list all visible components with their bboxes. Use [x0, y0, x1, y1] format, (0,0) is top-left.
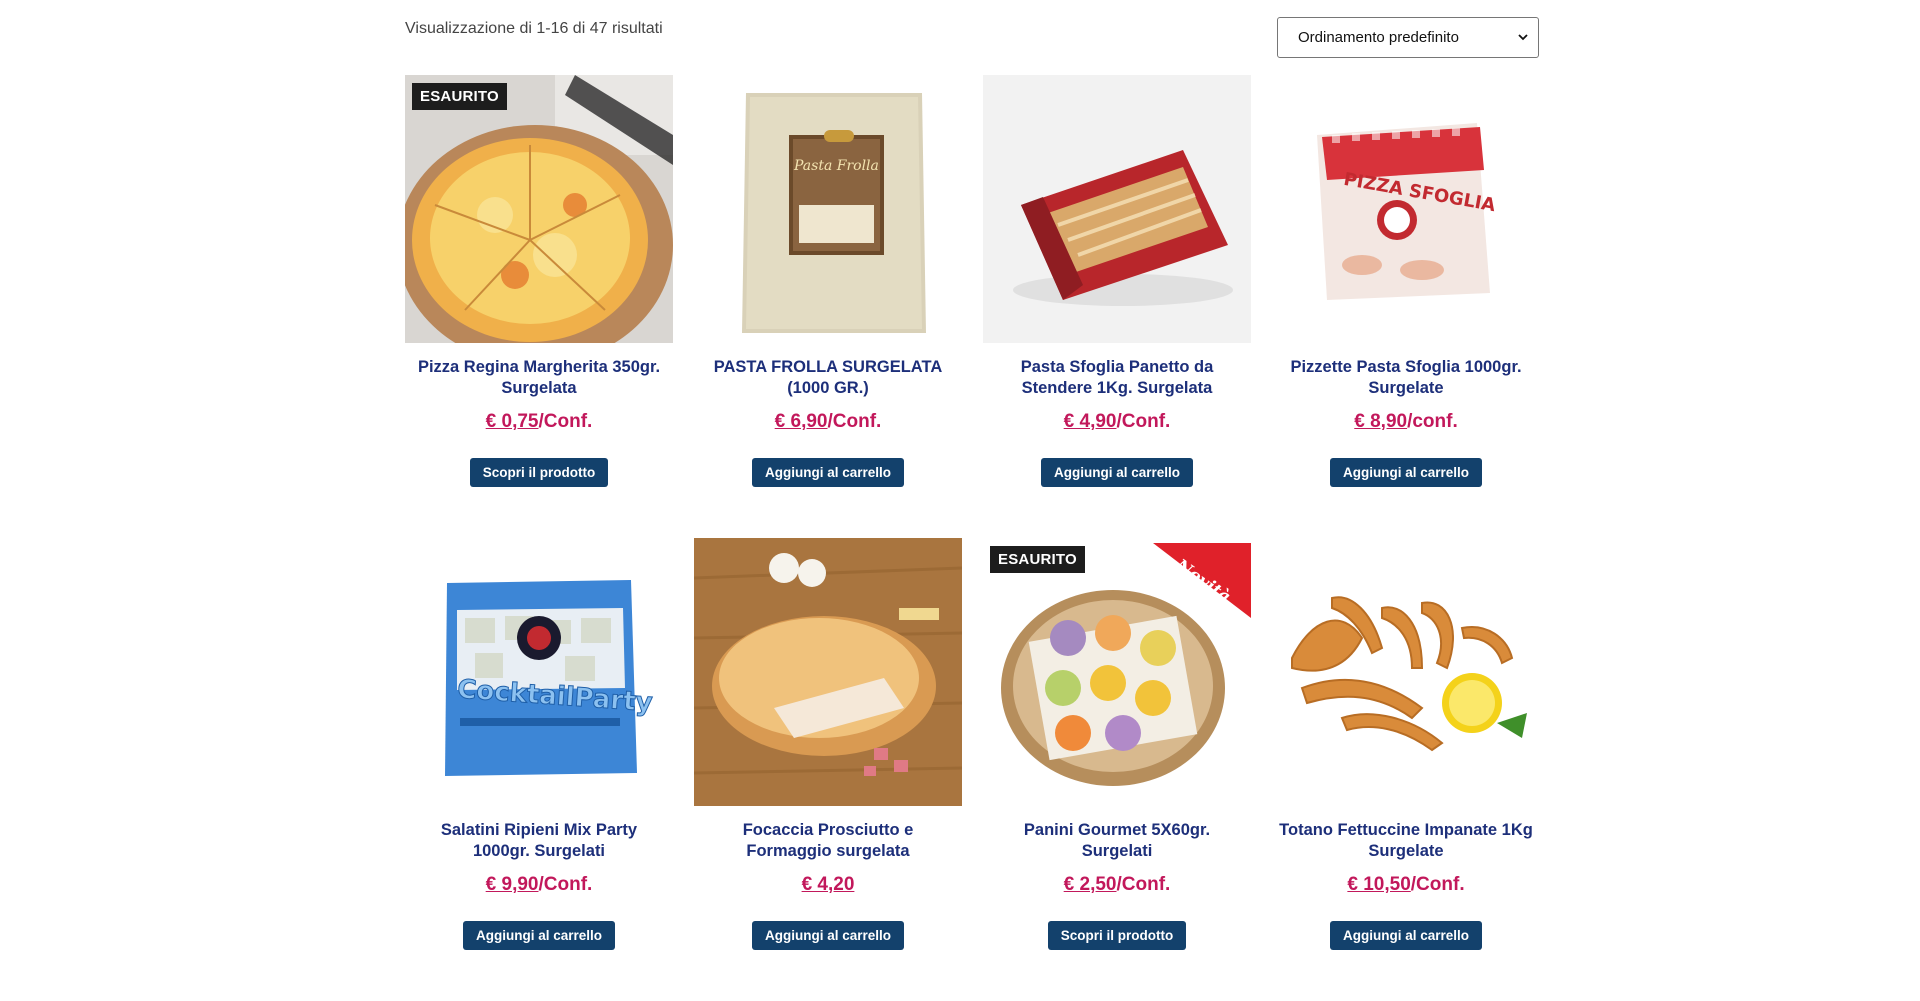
product-title[interactable]: PASTA FROLLA SURGELATA (1000 GR.): [694, 357, 962, 399]
price-amount: € 2,50: [1063, 874, 1117, 895]
product-title[interactable]: Panini Gourmet 5X60gr. Surgelati: [983, 820, 1251, 862]
price-unit: /conf.: [1407, 411, 1458, 432]
product-image-pizza[interactable]: ESAURITO: [405, 75, 673, 343]
product-title[interactable]: Pizza Regina Margherita 350gr. Surgelata: [405, 357, 673, 399]
product-card: Pasta Sfoglia Panetto da Stendere 1Kg. S…: [983, 75, 1251, 538]
svg-text:Pasta Frolla: Pasta Frolla: [793, 158, 879, 174]
price-amount: € 8,90: [1354, 411, 1408, 432]
product-card: Focaccia Prosciutto e Formaggio surgelat…: [694, 538, 962, 1001]
add-to-cart-button[interactable]: Aggiungi al carrello: [462, 921, 616, 950]
product-price: € 2,50/Conf.: [983, 874, 1251, 896]
product-image-focaccia[interactable]: [694, 538, 962, 806]
product-card: ESAURITO Pizza Regina Margherita 350gr. …: [405, 75, 673, 538]
product-price: € 0,75/Conf.: [405, 411, 673, 433]
orderby-selected-value: Ordinamento predefinito: [1298, 29, 1459, 46]
product-price: € 9,90/Conf.: [405, 874, 673, 896]
add-to-cart-button[interactable]: Aggiungi al carrello: [751, 458, 905, 487]
product-image-panini-gourmet[interactable]: Novità ESAURITO: [983, 538, 1251, 806]
price-unit: /Conf.: [538, 411, 593, 432]
price-amount: € 10,50: [1347, 874, 1411, 895]
price-unit: /Conf.: [1116, 874, 1171, 895]
out-of-stock-badge: ESAURITO: [990, 546, 1085, 573]
product-card: CocktailParty Salatini Ripieni Mix Party…: [405, 538, 673, 1001]
product-card: PIZZA SFOGLIA Pizzette Pasta Sfoglia 100…: [1272, 75, 1540, 538]
product-price: € 4,90/Conf.: [983, 411, 1251, 433]
price-unit: /Conf.: [1116, 411, 1171, 432]
add-to-cart-button[interactable]: Aggiungi al carrello: [1040, 458, 1194, 487]
product-price: € 8,90/conf.: [1272, 411, 1540, 433]
product-title[interactable]: Salatini Ripieni Mix Party 1000gr. Surge…: [405, 820, 673, 862]
result-count: Visualizzazione di 1-16 di 47 risultati: [405, 20, 663, 37]
product-card: Pasta Frolla PASTA FROLLA SURGELATA (100…: [694, 75, 962, 538]
product-image-pasta-sfoglia[interactable]: [983, 75, 1251, 343]
price-unit: /Conf.: [827, 411, 882, 432]
add-to-cart-button[interactable]: Aggiungi al carrello: [1329, 458, 1483, 487]
product-price: € 10,50/Conf.: [1272, 874, 1540, 896]
product-image-pasta-frolla[interactable]: Pasta Frolla: [694, 75, 962, 343]
view-product-button[interactable]: Scopri il prodotto: [1047, 921, 1187, 950]
price-unit: /Conf.: [1410, 874, 1465, 895]
add-to-cart-button[interactable]: Aggiungi al carrello: [1329, 921, 1483, 950]
product-image-pizzette[interactable]: PIZZA SFOGLIA: [1272, 75, 1540, 343]
product-price: € 6,90/Conf.: [694, 411, 962, 433]
price-amount: € 6,90: [774, 411, 828, 432]
product-card: Novità ESAURITO Panini Gourmet 5X60gr. S…: [983, 538, 1251, 1001]
product-image-salatini[interactable]: CocktailParty: [405, 538, 673, 806]
product-grid: ESAURITO Pizza Regina Margherita 350gr. …: [405, 75, 1540, 1001]
price-amount: € 0,75: [485, 411, 539, 432]
price-amount: € 4,90: [1063, 411, 1117, 432]
product-title[interactable]: Totano Fettuccine Impanate 1Kg Surgelate: [1272, 820, 1540, 862]
out-of-stock-badge: ESAURITO: [412, 83, 507, 110]
price-amount: € 4,20: [801, 874, 855, 895]
product-title[interactable]: Pasta Sfoglia Panetto da Stendere 1Kg. S…: [983, 357, 1251, 399]
chevron-down-icon: [1518, 34, 1528, 41]
product-title[interactable]: Pizzette Pasta Sfoglia 1000gr. Surgelate: [1272, 357, 1540, 399]
product-title[interactable]: Focaccia Prosciutto e Formaggio surgelat…: [694, 820, 962, 862]
price-amount: € 9,90: [485, 874, 539, 895]
orderby-select[interactable]: Ordinamento predefinito: [1277, 17, 1539, 58]
view-product-button[interactable]: Scopri il prodotto: [469, 458, 609, 487]
product-price: € 4,20: [694, 874, 962, 896]
product-card: Totano Fettuccine Impanate 1Kg Surgelate…: [1272, 538, 1540, 1001]
product-image-totano[interactable]: [1272, 538, 1540, 806]
add-to-cart-button[interactable]: Aggiungi al carrello: [751, 921, 905, 950]
price-unit: /Conf.: [538, 874, 593, 895]
